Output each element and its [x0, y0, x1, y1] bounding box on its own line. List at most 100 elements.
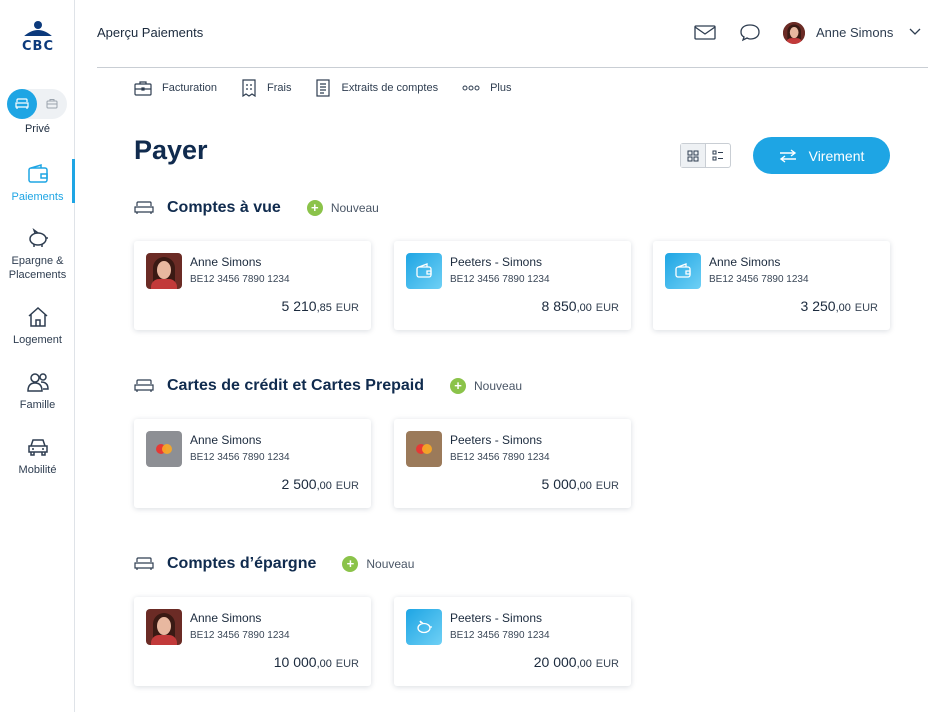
credit-card[interactable]: Peeters - Simons BE12 3456 7890 1234 5 0…: [394, 419, 631, 508]
logo-text: CBC: [22, 39, 54, 54]
account-balance: 20 000,00 EUR: [533, 654, 619, 670]
receipt-icon: [242, 79, 256, 97]
wallet-icon: [27, 163, 48, 183]
user-name[interactable]: Anne Simons: [816, 25, 893, 40]
sofa-icon: [15, 98, 29, 109]
account-iban: BE12 3456 7890 1234: [450, 630, 550, 641]
piggy-bank-icon: [417, 620, 432, 634]
account-balance: 3 250,00 EUR: [800, 298, 878, 314]
account-iban: BE12 3456 7890 1234: [450, 274, 550, 285]
subnav-plus[interactable]: Plus: [462, 78, 511, 98]
house-icon: [28, 306, 47, 327]
briefcase-icon: [134, 81, 152, 96]
business-profile-button[interactable]: [37, 89, 67, 119]
plus-icon: +: [450, 378, 466, 394]
subnav-label: Frais: [267, 82, 292, 94]
account-photo: [146, 253, 182, 289]
plus-icon: +: [306, 200, 323, 216]
chat-icon[interactable]: [739, 22, 761, 42]
private-profile-button[interactable]: [7, 89, 37, 119]
subnav-extraits[interactable]: Extraits de comptes: [315, 78, 438, 98]
card-tile: [146, 431, 182, 467]
subnav-facturation[interactable]: Facturation: [134, 78, 217, 98]
chevron-down-icon[interactable]: [909, 28, 921, 36]
account-iban: BE12 3456 7890 1234: [709, 274, 809, 285]
view-toggle[interactable]: [680, 143, 731, 168]
wallet-tile: [665, 253, 701, 289]
subnav-frais[interactable]: Frais: [241, 78, 291, 98]
account-owner: Anne Simons: [190, 611, 262, 625]
cbc-logo[interactable]: CBC: [18, 20, 58, 56]
section-comptes-a-vue: Comptes à vue + Nouveau: [134, 199, 379, 217]
sofa-icon: [134, 201, 154, 214]
credit-card[interactable]: Anne Simons BE12 3456 7890 1234 2 500,00…: [134, 419, 371, 508]
page-title: Aperçu Paiements: [97, 25, 204, 40]
account-card[interactable]: Anne Simons BE12 3456 7890 1234 5 210,85…: [134, 241, 371, 330]
sidebar-item-label: Paiements: [11, 191, 64, 203]
savings-card[interactable]: Anne Simons BE12 3456 7890 1234 10 000,0…: [134, 597, 371, 686]
new-account-button[interactable]: + Nouveau: [306, 200, 379, 216]
card-iban: BE12 3456 7890 1234: [190, 452, 290, 463]
transfer-button[interactable]: Virement: [753, 137, 890, 174]
card-tile: [406, 431, 442, 467]
piggy-bank-icon: [28, 227, 48, 247]
profile-toggle[interactable]: [7, 89, 67, 119]
sidebar: CBC Privé Paiements Epargne & Placements: [0, 0, 75, 712]
sidebar-item-epargne[interactable]: Epargne & Placements: [0, 226, 75, 282]
card-iban: BE12 3456 7890 1234: [450, 452, 550, 463]
sidebar-item-mobilite[interactable]: Mobilité: [0, 435, 75, 477]
piggy-tile: [406, 609, 442, 645]
cbc-logo-icon: [22, 21, 54, 38]
mail-icon[interactable]: [694, 22, 716, 42]
list-view-button[interactable]: [706, 144, 730, 167]
account-card[interactable]: Peeters - Simons BE12 3456 7890 1234 8 8…: [394, 241, 631, 330]
family-icon: [26, 373, 49, 392]
sub-navigation: Facturation Frais Extraits de comptes Pl…: [134, 78, 535, 98]
wallet-tile: [406, 253, 442, 289]
subnav-label: Plus: [490, 82, 512, 94]
statement-icon: [316, 79, 331, 97]
sidebar-item-paiements[interactable]: Paiements: [0, 162, 75, 204]
wallet-icon: [675, 263, 691, 278]
card-owner: Peeters - Simons: [450, 433, 543, 447]
wallet-icon: [416, 263, 432, 278]
subnav-label: Extraits de comptes: [341, 82, 439, 94]
grid-view-button[interactable]: [681, 144, 706, 167]
sidebar-item-label: Logement: [13, 334, 62, 346]
list-icon: [712, 150, 723, 160]
top-header: Aperçu Paiements Anne Simons: [97, 0, 928, 68]
account-iban: BE12 3456 7890 1234: [190, 274, 290, 285]
transfer-arrows-icon: [779, 148, 796, 163]
sofa-icon: [134, 379, 154, 392]
sofa-icon: [134, 557, 154, 570]
new-savings-button[interactable]: + Nouveau: [342, 556, 414, 572]
new-card-button[interactable]: + Nouveau: [450, 378, 522, 394]
new-label: Nouveau: [330, 201, 379, 215]
profile-label: Privé: [24, 123, 51, 135]
grid-icon: [687, 150, 699, 161]
savings-card[interactable]: Peeters - Simons BE12 3456 7890 1234 20 …: [394, 597, 631, 686]
new-label: Nouveau: [366, 557, 415, 571]
section-title: Comptes d’épargne: [167, 555, 317, 572]
card-balance: 5 000,00 EUR: [541, 476, 619, 492]
transfer-button-label: Virement: [808, 147, 865, 164]
account-balance: 8 850,00 EUR: [541, 298, 619, 314]
plus-icon: +: [342, 556, 359, 572]
sidebar-item-famille[interactable]: Famille: [0, 370, 75, 412]
subnav-label: Facturation: [162, 82, 218, 94]
briefcase-icon: [46, 99, 58, 109]
account-balance: 10 000,00 EUR: [273, 654, 359, 670]
new-label: Nouveau: [474, 379, 523, 393]
section-cartes: Cartes de crédit et Cartes Prepaid + Nou…: [134, 377, 522, 395]
sidebar-item-label: Famille: [19, 399, 56, 411]
account-balance: 5 210,85 EUR: [281, 298, 359, 314]
card-balance: 2 500,00 EUR: [281, 476, 359, 492]
account-card[interactable]: Anne Simons BE12 3456 7890 1234 3 250,00…: [653, 241, 890, 330]
sidebar-item-label: Epargne & Placements: [8, 255, 67, 281]
active-indicator: [72, 159, 75, 203]
mastercard-icon: [156, 444, 172, 454]
avatar[interactable]: [783, 22, 805, 44]
account-owner: Peeters - Simons: [450, 255, 543, 269]
account-owner: Peeters - Simons: [450, 611, 543, 625]
sidebar-item-logement[interactable]: Logement: [0, 305, 75, 347]
